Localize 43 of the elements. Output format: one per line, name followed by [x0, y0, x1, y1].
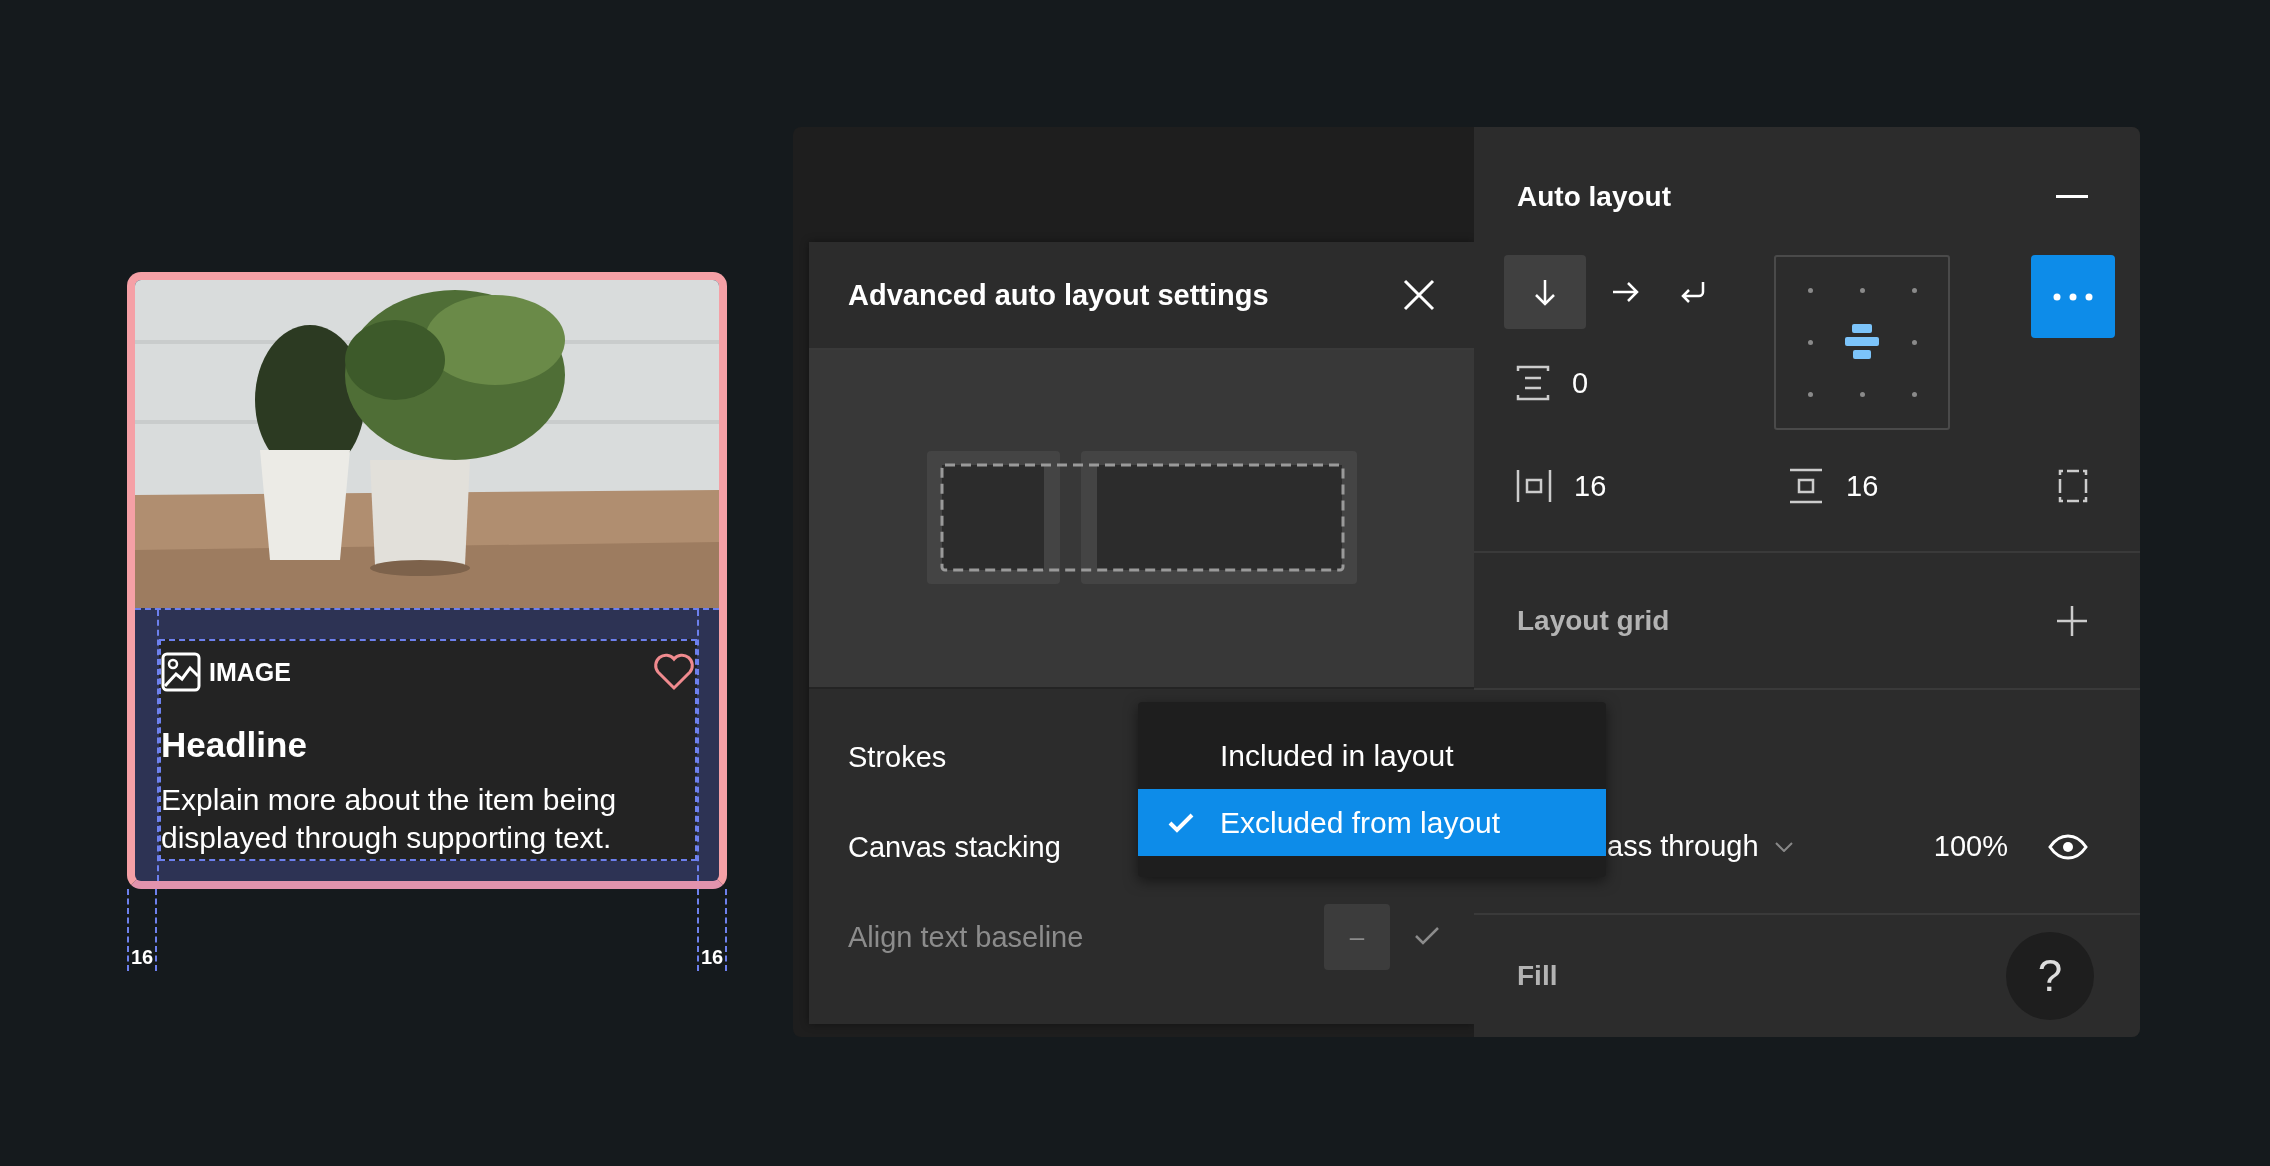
- section-title: Layout grid: [1517, 604, 1670, 637]
- alignment-dot-icon[interactable]: [1911, 391, 1917, 397]
- blend-mode-dropdown[interactable]: ass through: [1607, 830, 1793, 863]
- chevron-down-icon: [1774, 841, 1793, 852]
- padding-value[interactable]: 16: [1574, 469, 1607, 503]
- check-icon: [1168, 812, 1194, 833]
- spacing-value[interactable]: 0: [1572, 366, 1589, 400]
- help-button[interactable]: ?: [2006, 932, 2094, 1020]
- setting-label: Strokes: [848, 740, 947, 774]
- more-icon: [2053, 292, 2093, 301]
- alignment-dot-icon[interactable]: [1807, 391, 1813, 397]
- remove-button[interactable]: [2056, 195, 2088, 199]
- alignment-dot-icon[interactable]: [1807, 340, 1813, 345]
- alignment-bars-icon[interactable]: [1845, 324, 1879, 361]
- menu-item[interactable]: Included in layout: [1138, 722, 1606, 789]
- padding-label: 16: [130, 946, 154, 969]
- padding-value[interactable]: 16: [1846, 469, 1879, 503]
- alignment-dot-icon[interactable]: [1859, 288, 1865, 294]
- resize-button[interactable]: [2058, 468, 2088, 504]
- heart-icon[interactable]: [653, 653, 695, 691]
- alignment-dot-icon[interactable]: [1859, 391, 1865, 397]
- setting-label: Align text baseline: [848, 920, 1084, 954]
- dialog-title: Advanced auto layout settings: [848, 278, 1269, 312]
- padding-label: 16: [700, 946, 724, 969]
- horizontal-padding-icon: [1516, 468, 1552, 504]
- visibility-button[interactable]: [2048, 833, 2088, 860]
- section-title: Fill: [1517, 960, 1558, 992]
- headline: Headline: [161, 724, 308, 766]
- opacity-value[interactable]: 100%: [1933, 830, 2008, 863]
- add-button[interactable]: [2056, 604, 2088, 637]
- image-icon: [161, 652, 201, 692]
- setting-label: Canvas stacking: [848, 830, 1061, 864]
- alignment-dot-icon[interactable]: [1911, 340, 1917, 345]
- supporting-text: Explain more about the item being displayed through supporting text.: [161, 782, 618, 856]
- close-button[interactable]: [1402, 278, 1436, 312]
- spacing-icon: [1516, 365, 1550, 401]
- alignment-dot-icon[interactable]: [1807, 288, 1813, 294]
- alignment-dot-icon[interactable]: [1911, 288, 1917, 294]
- vertical-padding-icon: [1788, 468, 1824, 504]
- tag-label: IMAGE: [209, 657, 291, 687]
- alignment-grid[interactable]: [1774, 255, 1950, 430]
- section-title: Auto layout: [1517, 181, 1671, 213]
- menu-item[interactable]: Excluded from layout: [1138, 789, 1606, 856]
